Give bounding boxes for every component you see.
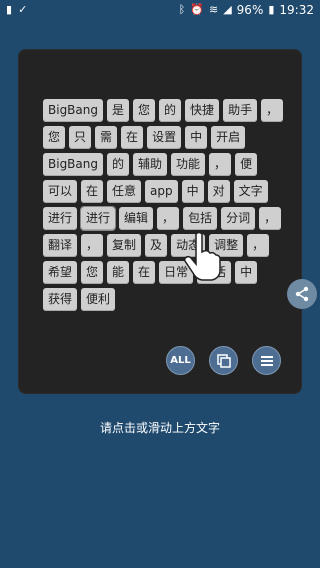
wifi-icon: ≋	[208, 3, 219, 16]
word-chip[interactable]: 在	[121, 126, 144, 149]
word-chip[interactable]: 开启	[211, 126, 246, 149]
word-chip[interactable]: 可以	[43, 180, 78, 203]
clock: 19:32	[279, 3, 314, 17]
share-button[interactable]	[287, 279, 317, 309]
word-chip[interactable]: 您	[133, 99, 156, 122]
word-chip[interactable]: ，	[209, 153, 232, 176]
word-chip[interactable]: ，	[81, 234, 104, 257]
select-all-button[interactable]: ALL	[166, 346, 195, 375]
word-chip[interactable]: 的	[159, 99, 182, 122]
list-icon	[260, 355, 273, 366]
word-chip[interactable]: ，	[259, 207, 282, 230]
word-chip[interactable]: 辅助	[133, 153, 168, 176]
word-chip[interactable]: 进行	[80, 206, 117, 231]
word-chip[interactable]: BigBang	[43, 153, 103, 176]
word-chip[interactable]: 编辑	[119, 207, 154, 230]
word-chip[interactable]: ，	[261, 99, 284, 122]
word-chip[interactable]: 进行	[43, 207, 78, 230]
word-chip[interactable]: 中	[185, 126, 208, 149]
hand-cursor-icon	[184, 231, 221, 281]
copy-button[interactable]	[209, 346, 238, 375]
word-chip[interactable]: 中	[235, 261, 258, 284]
word-chip[interactable]: 在	[133, 261, 156, 284]
word-chip[interactable]: 需	[95, 126, 118, 149]
copy-icon	[216, 353, 231, 368]
word-chip[interactable]: ，	[157, 207, 180, 230]
word-chip[interactable]: 便利	[81, 288, 116, 311]
word-chip[interactable]: 能	[107, 261, 130, 284]
word-chip[interactable]: ，	[247, 234, 270, 257]
word-chip[interactable]: 对	[207, 180, 230, 203]
word-chip[interactable]: 您	[43, 126, 66, 149]
battery-saver-icon: ▮	[6, 3, 13, 16]
word-chip[interactable]: 设置	[147, 126, 182, 149]
word-chip[interactable]: 是	[107, 99, 130, 122]
status-bar: ▮ ✓ ᛒ ⏰ ≋ ◢ 96% ▮ 19:32	[0, 0, 320, 22]
battery-icon: ▮	[268, 3, 275, 16]
word-chips: BigBang 是您的快捷 助手，您只需在设置中开启 BigBang 的辅助 功能，便可以…	[43, 99, 293, 311]
word-chip[interactable]: 获得	[43, 288, 78, 311]
check-circle-icon: ✓	[18, 3, 28, 16]
alarm-icon: ⏰	[190, 3, 204, 16]
signal-icon: ◢	[223, 3, 232, 16]
word-chip[interactable]: 文字	[233, 180, 268, 203]
word-chip[interactable]: 及	[145, 234, 168, 257]
word-chip[interactable]: 功能	[171, 153, 206, 176]
word-chip[interactable]: 翻译	[43, 234, 78, 257]
word-chip[interactable]: 任意	[107, 180, 142, 203]
bluetooth-icon: ᛒ	[178, 3, 186, 16]
word-chip[interactable]: 只	[69, 126, 92, 149]
word-chip[interactable]: 分词	[221, 207, 256, 230]
list-button[interactable]	[252, 346, 281, 375]
instruction-text: 请点击或滑动上方文字	[99, 421, 220, 435]
share-icon	[295, 286, 309, 302]
word-chip[interactable]: 在	[81, 180, 104, 203]
battery-percent: 96%	[236, 3, 264, 17]
word-chip[interactable]: 助手	[223, 99, 258, 122]
word-chip[interactable]: 的	[107, 153, 130, 176]
word-chip[interactable]: 包括	[183, 207, 218, 230]
word-chip[interactable]: 您	[81, 261, 104, 284]
action-bar: ALL	[166, 346, 281, 375]
word-chip[interactable]: 希望	[43, 261, 78, 284]
word-chip[interactable]: app	[145, 180, 178, 203]
word-chip[interactable]: 快捷	[185, 99, 220, 122]
word-chip[interactable]: 便	[235, 153, 258, 176]
word-chip[interactable]: BigBang	[43, 99, 103, 122]
word-chip[interactable]: 复制	[107, 234, 142, 257]
word-chip[interactable]: 中	[181, 180, 204, 203]
bigbang-panel: BigBang 是您的快捷 助手，您只需在设置中开启 BigBang 的辅助 功能，便可以…	[18, 49, 302, 394]
